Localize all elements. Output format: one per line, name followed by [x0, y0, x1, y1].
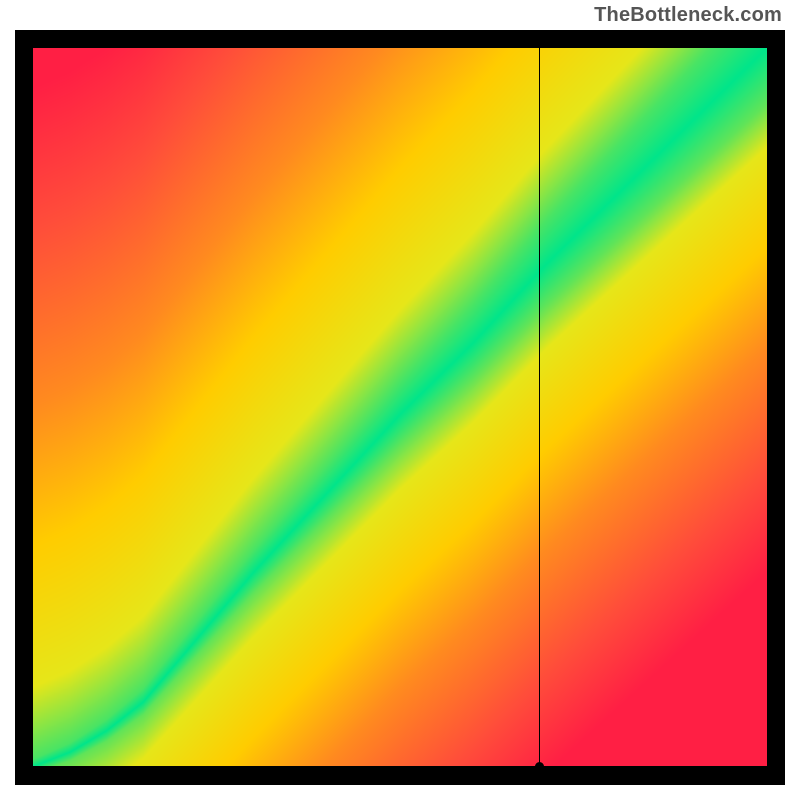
crosshair-dot — [535, 762, 544, 771]
crosshair-horizontal — [33, 766, 767, 767]
heatmap-canvas — [33, 48, 767, 767]
plot-frame — [15, 30, 785, 785]
chart-container: TheBottleneck.com — [0, 0, 800, 800]
crosshair-vertical — [539, 48, 540, 767]
watermark-text: TheBottleneck.com — [594, 4, 782, 27]
plot-area — [33, 48, 767, 767]
